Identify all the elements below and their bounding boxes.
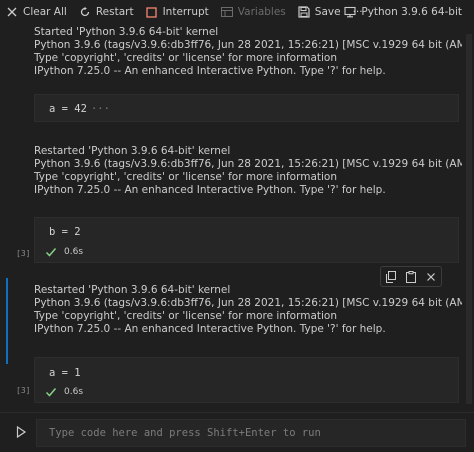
execution-status: 0.6s — [45, 246, 83, 258]
kernel-icon — [344, 6, 356, 18]
execution-status: 0.6s — [45, 386, 83, 398]
clipboard-icon — [406, 270, 416, 283]
kernel-picker[interactable]: Python 3.9.6 64-bit — [338, 0, 468, 24]
paste-to-editor-button[interactable] — [404, 270, 418, 284]
vertical-scrollbar[interactable] — [464, 24, 474, 410]
restart-button[interactable]: Restart — [73, 0, 140, 24]
kernel-message-line: Type 'copyright', 'credits' or 'license'… — [34, 52, 338, 64]
variables-button[interactable]: Variables — [215, 0, 292, 24]
scrollbar-thumb[interactable] — [466, 34, 472, 404]
kernel-message-line: IPython 7.25.0 -- An enhanced Interactiv… — [34, 184, 386, 196]
execution-duration: 0.6s — [64, 387, 84, 397]
save-label: Save — [314, 6, 341, 18]
collapsed-ellipsis[interactable]: ··· — [91, 103, 110, 115]
kernel-message-line: Python 3.9.6 (tags/v3.9.6:db3ff76, Jun 2… — [34, 158, 462, 170]
close-icon — [427, 272, 435, 281]
check-icon — [45, 388, 57, 397]
code-cell-collapsed[interactable]: a = 42 ··· — [34, 94, 459, 122]
kernel-message-line: Started 'Python 3.9.6 64-bit' kernel — [34, 26, 219, 38]
kernel-message-line: Restarted 'Python 3.9.6 64-bit' kernel — [34, 145, 231, 157]
interactive-toolbar: Clear All Restart Interrupt Variables Sa… — [0, 0, 474, 24]
save-icon — [298, 6, 310, 18]
clear-all-button[interactable]: Clear All — [0, 0, 73, 24]
run-icon[interactable] — [14, 425, 28, 439]
kernel-message-started: Started 'Python 3.9.6 64-bit' kernel Pyt… — [34, 26, 462, 78]
cell-code-text: a = 42 — [49, 103, 87, 115]
kernel-label: Python 3.9.6 64-bit — [361, 6, 462, 18]
kernel-message-line: IPython 7.25.0 -- An enhanced Interactiv… — [34, 323, 386, 335]
check-icon — [45, 248, 57, 257]
stop-icon — [146, 6, 158, 18]
interactive-window-output[interactable]: Started 'Python 3.9.6 64-bit' kernel Pyt… — [0, 24, 462, 410]
kernel-message-line: Python 3.9.6 (tags/v3.9.6:db3ff76, Jun 2… — [34, 39, 462, 51]
focused-cell-indicator — [6, 278, 8, 364]
kernel-message-line: Type 'copyright', 'credits' or 'license'… — [34, 310, 338, 322]
interrupt-label: Interrupt — [162, 6, 209, 18]
code-input[interactable] — [36, 419, 466, 447]
cell-code-text: a = 1 — [49, 367, 81, 379]
copy-button[interactable] — [384, 270, 398, 284]
cell-output-toolbar — [380, 266, 442, 287]
cell-code: a = 42 ··· — [49, 103, 110, 115]
variables-label: Variables — [237, 6, 286, 18]
execution-count: [3] — [16, 249, 31, 258]
restart-icon — [79, 6, 91, 18]
delete-cell-button[interactable] — [424, 270, 438, 284]
clear-all-label: Clear All — [23, 6, 67, 18]
execution-duration: 0.6s — [64, 247, 84, 257]
kernel-message-restarted: Restarted 'Python 3.9.6 64-bit' kernel P… — [34, 145, 462, 197]
code-cell[interactable]: b = 2 0.6s — [34, 217, 459, 263]
kernel-message-line: IPython 7.25.0 -- An enhanced Interactiv… — [34, 65, 386, 77]
variables-icon — [220, 6, 233, 18]
kernel-message-line: Type 'copyright', 'credits' or 'license'… — [34, 171, 338, 183]
code-cell[interactable]: a = 1 0.6s — [34, 357, 459, 403]
kernel-message-line: Python 3.9.6 (tags/v3.9.6:db3ff76, Jun 2… — [34, 297, 462, 309]
cell-code-text: b = 2 — [49, 226, 81, 238]
execution-count: [3] — [16, 386, 31, 395]
copy-icon — [386, 270, 396, 283]
restart-label: Restart — [95, 6, 134, 18]
code-input-row — [0, 412, 474, 452]
kernel-message-restarted: Restarted 'Python 3.9.6 64-bit' kernel P… — [34, 284, 462, 336]
close-icon — [6, 6, 18, 18]
interrupt-button[interactable]: Interrupt — [140, 0, 215, 24]
